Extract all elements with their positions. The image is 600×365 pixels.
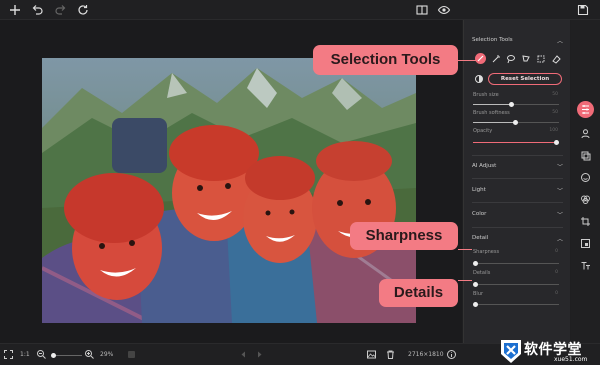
brush-softness-label: Brush softness (473, 110, 510, 116)
brush-softness-handle[interactable] (513, 120, 518, 125)
adjust-sliders-icon[interactable] (577, 101, 594, 118)
compare-icon[interactable] (415, 3, 429, 17)
sharpness-slider[interactable] (475, 263, 559, 264)
opacity-value: 100 (549, 128, 558, 133)
blur-slider[interactable] (475, 304, 559, 305)
zoom-slider[interactable] (52, 355, 82, 356)
image-dimensions: 2716×1810 (408, 351, 444, 358)
info-icon[interactable] (446, 349, 457, 360)
details-slider[interactable] (475, 284, 559, 285)
selection-tools-title: Selection Tools (472, 37, 513, 43)
details-label: Details (473, 270, 491, 276)
zoom-in-icon[interactable] (84, 349, 95, 360)
color-title[interactable]: Color (472, 211, 486, 217)
callout-details: Details (379, 279, 458, 307)
brush-size-handle[interactable] (509, 102, 514, 107)
watermark: 软件学堂 xue51.com (500, 337, 600, 365)
brush-size-label: Brush size (473, 92, 499, 98)
opacity-handle[interactable] (554, 140, 559, 145)
chevron-down-icon[interactable]: ﹀ (557, 186, 563, 195)
sharpness-value: 0 (555, 249, 558, 254)
undo-icon[interactable] (30, 3, 44, 17)
opacity-label: Opacity (473, 128, 493, 134)
zoom-level: 29% (100, 351, 114, 358)
invert-selection-icon[interactable] (474, 74, 484, 84)
portrait-icon[interactable] (580, 128, 591, 139)
trash-icon[interactable] (385, 349, 396, 360)
save-icon[interactable] (576, 3, 590, 17)
hand-tool-icon[interactable] (126, 349, 137, 360)
frame-icon[interactable] (580, 238, 591, 249)
photo-editor-app: Selection Tools ︿ Reset Selection Brush … (0, 0, 600, 365)
top-toolbar (0, 0, 600, 20)
brush-softness-value: 50 (552, 110, 558, 115)
blur-label: Blur (473, 291, 484, 297)
color-wheel-icon[interactable] (580, 194, 591, 205)
next-image-icon[interactable] (254, 349, 265, 360)
light-title[interactable]: Light (472, 187, 486, 193)
crop-icon[interactable] (580, 216, 591, 227)
image-icon[interactable] (366, 349, 377, 360)
eye-icon[interactable] (437, 3, 451, 17)
zoom-out-icon[interactable] (36, 349, 47, 360)
details-handle[interactable] (473, 282, 478, 287)
reset-selection-button[interactable]: Reset Selection (488, 73, 562, 85)
watermark-logo-icon (501, 340, 521, 363)
lasso-icon[interactable] (506, 54, 516, 64)
brush-size-value: 50 (552, 92, 558, 97)
details-value: 0 (555, 270, 558, 275)
brush-tool-icon[interactable] (475, 53, 486, 64)
blur-value: 0 (555, 291, 558, 296)
fullscreen-icon[interactable] (3, 349, 14, 360)
chevron-down-icon[interactable]: ﹀ (557, 162, 563, 171)
tool-rail (571, 20, 600, 343)
chevron-up-icon[interactable]: ︿ (557, 234, 563, 243)
adjustments-panel: Selection Tools ︿ Reset Selection Brush … (463, 20, 570, 343)
text-tool-icon[interactable] (580, 260, 591, 271)
plus-icon[interactable] (8, 3, 22, 17)
chevron-down-icon[interactable]: ﹀ (557, 210, 563, 219)
eraser-icon[interactable] (551, 54, 561, 64)
magic-wand-icon[interactable] (491, 54, 501, 64)
rect-select-icon[interactable] (536, 54, 546, 64)
photo-image[interactable] (42, 58, 416, 323)
face-icon[interactable] (580, 172, 591, 183)
reset-icon[interactable] (76, 3, 90, 17)
zoom-handle[interactable] (51, 353, 56, 358)
fit-one-to-one-button[interactable]: 1:1 (20, 351, 30, 358)
blur-handle[interactable] (473, 302, 478, 307)
sharpness-handle[interactable] (473, 261, 478, 266)
opacity-slider[interactable] (473, 142, 559, 143)
polygon-lasso-icon[interactable] (521, 54, 531, 64)
detail-title[interactable]: Detail (472, 235, 488, 241)
layers-icon[interactable] (580, 150, 591, 161)
callout-sharpness: Sharpness (350, 222, 458, 250)
callout-selection-tools: Selection Tools (313, 45, 458, 75)
prev-image-icon[interactable] (238, 349, 249, 360)
redo-icon[interactable] (54, 3, 68, 17)
watermark-domain: xue51.com (554, 356, 588, 363)
ai-adjust-title[interactable]: AI Adjust (472, 163, 496, 169)
chevron-up-icon[interactable]: ︿ (557, 36, 563, 45)
sharpness-label: Sharpness (473, 249, 500, 255)
